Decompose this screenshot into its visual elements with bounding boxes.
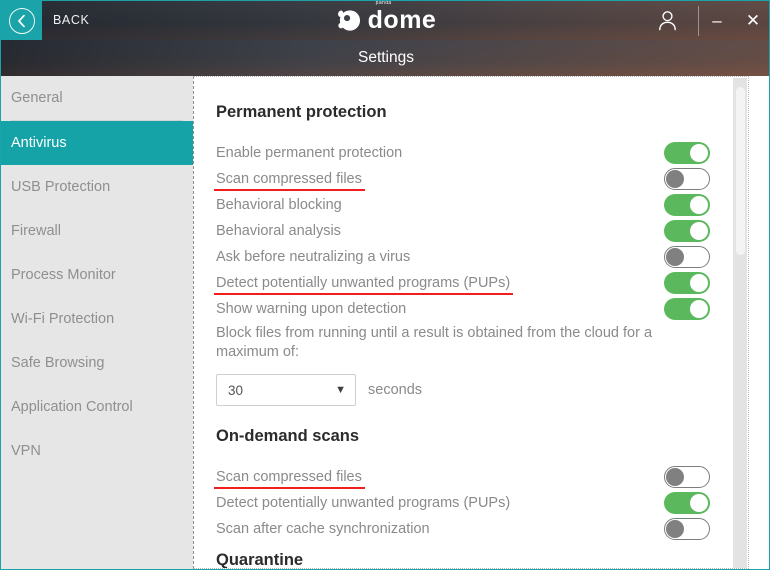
setting-label: Scan after cache synchronization — [216, 520, 430, 537]
window-controls: – ✕ — [636, 1, 769, 40]
panda-logo-icon — [337, 10, 360, 31]
timeout-unit-label: seconds — [368, 382, 423, 398]
toggle-behavioral-analysis[interactable] — [664, 219, 710, 242]
toggle-scan-compressed-files-ondemand[interactable] — [664, 465, 710, 488]
timeout-value: 30 — [228, 382, 244, 398]
user-account-icon — [658, 10, 676, 30]
setting-row-scan-compressed-files-ondemand: Scan compressed files — [214, 464, 710, 489]
block-files-description: Block files from running until a result … — [216, 325, 653, 360]
dome-settings-window: BACK panda dome – ✕ Settings General Ant… — [0, 0, 770, 570]
toggle-behavioral-blocking[interactable] — [664, 193, 710, 216]
window-body: General Antivirus USB Protection Firewal… — [1, 76, 769, 569]
setting-row-behavioral-analysis: Behavioral analysis — [216, 218, 710, 243]
toggle-scan-after-cache-sync[interactable] — [664, 517, 710, 540]
toggle-knob — [690, 273, 708, 292]
sidebar-item-usb-protection[interactable]: USB Protection — [1, 165, 193, 209]
toggle-knob — [690, 143, 708, 162]
toggle-knob — [666, 247, 684, 266]
sidebar-item-label: VPN — [11, 443, 41, 459]
timeout-select-row: 30 ▼ seconds — [216, 374, 422, 406]
toggle-detect-pups-ondemand[interactable] — [664, 491, 710, 514]
logo-superscript: panda — [375, 1, 392, 6]
sidebar-item-label: Safe Browsing — [11, 355, 105, 371]
sidebar-item-safe-browsing[interactable]: Safe Browsing — [1, 341, 193, 385]
chevron-left-circle-icon — [8, 7, 35, 34]
account-button[interactable] — [636, 1, 698, 40]
settings-content-panel: Permanent protection Enable permanent pr… — [193, 76, 749, 569]
setting-label: Detect potentially unwanted programs (PU… — [213, 274, 514, 295]
scrollbar-thumb[interactable] — [736, 87, 745, 255]
setting-row-enable-permanent-protection: Enable permanent protection — [216, 140, 710, 165]
sidebar-item-label: Wi-Fi Protection — [11, 311, 115, 327]
setting-label: Behavioral blocking — [216, 196, 342, 213]
setting-row-show-warning-upon-detection: Show warning upon detection — [216, 296, 710, 321]
section-title-permanent-protection: Permanent protection — [216, 103, 387, 121]
back-button[interactable] — [1, 1, 42, 40]
sidebar-item-label: Antivirus — [11, 135, 67, 151]
sub-header: Settings — [1, 40, 769, 76]
setting-row-detect-pups-permanent: Detect potentially unwanted programs (PU… — [213, 270, 710, 295]
setting-row-detect-pups-ondemand: Detect potentially unwanted programs (PU… — [216, 490, 710, 515]
minimize-button[interactable]: – — [699, 1, 735, 40]
sidebar-item-wifi-protection[interactable]: Wi-Fi Protection — [1, 297, 193, 341]
setting-row-ask-before-neutralizing: Ask before neutralizing a virus — [216, 244, 710, 269]
section-title-quarantine: Quarantine — [216, 551, 304, 569]
sidebar-item-label: Application Control — [11, 399, 133, 415]
setting-label: Behavioral analysis — [216, 222, 341, 239]
setting-row-scan-after-cache-sync: Scan after cache synchronization — [216, 516, 710, 541]
toggle-knob — [690, 299, 708, 318]
timeout-select[interactable]: 30 ▼ — [216, 374, 356, 406]
setting-row-behavioral-blocking: Behavioral blocking — [216, 192, 710, 217]
settings-sidebar: General Antivirus USB Protection Firewal… — [1, 76, 193, 569]
toggle-knob — [666, 519, 684, 538]
sidebar-item-firewall[interactable]: Firewall — [1, 209, 193, 253]
toggle-knob — [666, 467, 684, 486]
toggle-knob — [690, 195, 708, 214]
sidebar-item-general[interactable]: General — [1, 76, 193, 120]
chevron-down-icon: ▼ — [335, 383, 346, 396]
section-title-on-demand-scans: On-demand scans — [216, 427, 360, 445]
sidebar-item-label: USB Protection — [11, 179, 111, 195]
setting-label: Ask before neutralizing a virus — [216, 248, 411, 265]
sidebar-item-label: General — [11, 90, 63, 106]
title-bar: BACK panda dome – ✕ — [1, 1, 769, 40]
toggle-knob — [690, 493, 708, 512]
toggle-knob — [666, 169, 684, 188]
logo-wordmark: panda dome — [367, 1, 437, 34]
close-button[interactable]: ✕ — [735, 1, 769, 40]
sidebar-item-process-monitor[interactable]: Process Monitor — [1, 253, 193, 297]
setting-label: Scan compressed files — [214, 170, 365, 191]
close-icon: ✕ — [745, 11, 761, 30]
back-label[interactable]: BACK — [53, 13, 89, 27]
sidebar-item-label: Firewall — [11, 223, 61, 239]
setting-label: Show warning upon detection — [216, 300, 407, 317]
sidebar-item-antivirus[interactable]: Antivirus — [1, 121, 193, 165]
setting-label: Enable permanent protection — [216, 144, 403, 161]
toggle-knob — [690, 221, 708, 240]
minimize-icon: – — [712, 11, 722, 30]
settings-content-inner: Permanent protection Enable permanent pr… — [194, 77, 748, 568]
setting-row-scan-compressed-files-permanent: Scan compressed files — [214, 166, 710, 191]
sidebar-item-label: Process Monitor — [11, 267, 116, 283]
toggle-detect-pups-permanent[interactable] — [664, 271, 710, 294]
setting-label: Detect potentially unwanted programs (PU… — [216, 494, 511, 511]
toggle-show-warning-upon-detection[interactable] — [664, 297, 710, 320]
sidebar-item-vpn[interactable]: VPN — [1, 429, 193, 473]
logo-name: dome — [367, 6, 437, 34]
toggle-ask-before-neutralizing[interactable] — [664, 245, 710, 268]
page-title: Settings — [357, 49, 414, 66]
setting-label: Scan compressed files — [214, 468, 365, 489]
toggle-enable-permanent-protection[interactable] — [664, 141, 710, 164]
sidebar-item-application-control[interactable]: Application Control — [1, 385, 193, 429]
content-scrollbar[interactable] — [733, 78, 747, 568]
toggle-scan-compressed-files-permanent[interactable] — [664, 167, 710, 190]
